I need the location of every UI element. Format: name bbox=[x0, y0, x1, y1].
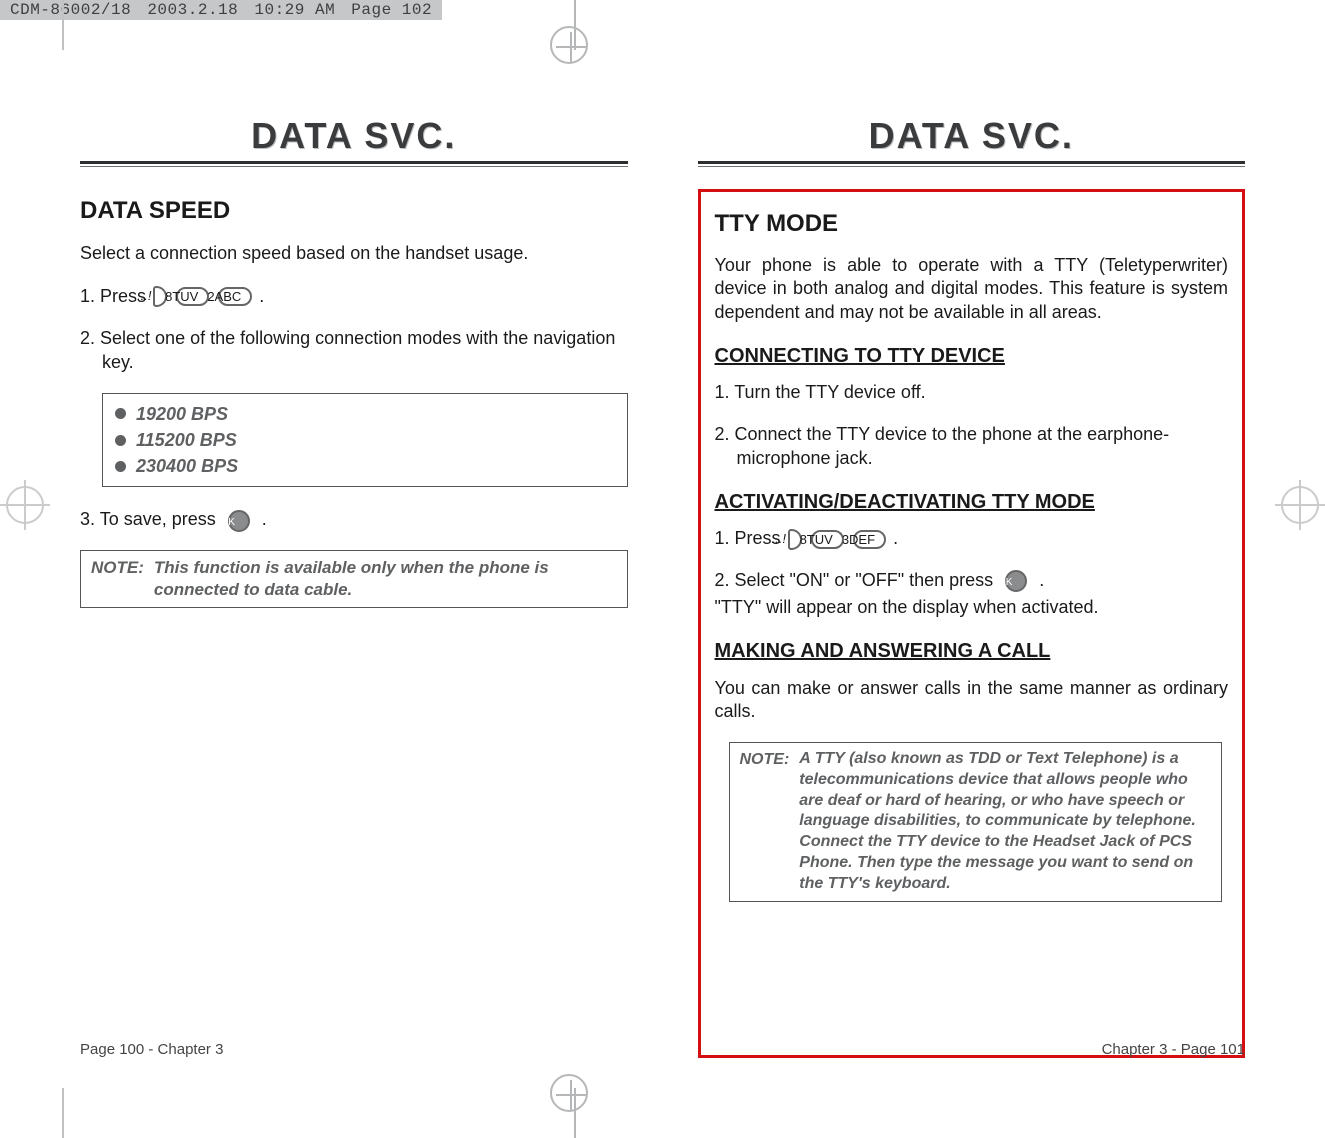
act-step1: 1. Press ...! 8TUV 3DEF . bbox=[715, 527, 1229, 551]
note-box-left: NOTE: This function is available only wh… bbox=[80, 550, 628, 608]
act-step1-suffix: . bbox=[893, 528, 898, 548]
note-label: NOTE: bbox=[730, 743, 800, 901]
section-title-right: DATA SVC. bbox=[698, 115, 1246, 157]
rule-thin bbox=[80, 166, 628, 167]
act-step2-line1: 2. Select "ON" or "OFF" then press OK . bbox=[715, 569, 1229, 593]
conn-step2: 2. Connect the TTY device to the phone a… bbox=[715, 423, 1229, 471]
step-select-mode: 2. Select one of the following connectio… bbox=[80, 326, 628, 375]
left-content: DATA SPEED Select a connection speed bas… bbox=[80, 189, 628, 622]
bullet-icon bbox=[115, 435, 126, 446]
key-3-icon: 3DEF bbox=[853, 530, 886, 549]
bullet-icon bbox=[115, 461, 126, 472]
heading-tty-mode: TTY MODE bbox=[715, 208, 1229, 240]
options-box: 19200 BPS 115200 BPS 230400 BPS bbox=[102, 393, 628, 488]
step-press-keys: 1. Press ...! 8TUV 2ABC . bbox=[80, 284, 628, 308]
option-label: 230400 BPS bbox=[136, 454, 238, 478]
meta-time: 10:29 AM bbox=[254, 1, 335, 19]
note-text: This function is available only when the… bbox=[154, 551, 627, 607]
heading-making-call: MAKING AND ANSWERING A CALL bbox=[715, 638, 1229, 664]
registration-mark-bottom bbox=[540, 1088, 620, 1138]
rule-thin bbox=[698, 166, 1246, 167]
page-footer-left: Page 100 - Chapter 3 bbox=[80, 1041, 628, 1058]
act-step2-line2: "TTY" will appear on the display when ac… bbox=[715, 596, 1229, 620]
ok-key-icon: OK bbox=[228, 510, 250, 532]
registration-mark-right bbox=[1275, 480, 1325, 530]
intro-text: Select a connection speed based on the h… bbox=[80, 241, 628, 265]
note-text: A TTY (also known as TDD or Text Telepho… bbox=[799, 743, 1221, 901]
left-page: DATA SVC. DATA SPEED Select a connection… bbox=[80, 115, 628, 1058]
rule bbox=[698, 161, 1246, 164]
meta-date: 2003.2.18 bbox=[147, 1, 238, 19]
heading-connecting: CONNECTING TO TTY DEVICE bbox=[715, 343, 1229, 369]
step3-prefix: 3. To save, press bbox=[80, 509, 216, 529]
document-scan: CDM-86002/18 2003.2.18 10:29 AM Page 102… bbox=[0, 0, 1325, 1138]
act-step2-suffix: . bbox=[1039, 570, 1044, 590]
rule bbox=[80, 161, 628, 164]
right-page: DATA SVC. TTY MODE Your phone is able to… bbox=[698, 115, 1246, 1058]
meta-file: CDM-86002/18 bbox=[10, 1, 131, 19]
note-box-right: NOTE: A TTY (also known as TDD or Text T… bbox=[729, 742, 1223, 902]
print-meta-strip: CDM-86002/18 2003.2.18 10:29 AM Page 102 bbox=[0, 0, 442, 20]
option-19200: 19200 BPS bbox=[115, 402, 615, 426]
page-footer-right: Chapter 3 - Page 101 bbox=[698, 1041, 1246, 1058]
act-step1-prefix: 1. Press bbox=[715, 528, 781, 548]
heading-data-speed: DATA SPEED bbox=[80, 195, 628, 227]
right-content: TTY MODE Your phone is able to operate w… bbox=[715, 208, 1229, 902]
option-label: 19200 BPS bbox=[136, 402, 228, 426]
highlighted-section: TTY MODE Your phone is able to operate w… bbox=[698, 189, 1246, 1058]
crop-mark-top bbox=[62, 0, 64, 50]
step-save: 3. To save, press OK . bbox=[80, 507, 628, 531]
section-title-left: DATA SVC. bbox=[80, 115, 628, 157]
option-label: 115200 BPS bbox=[136, 428, 237, 452]
note-label: NOTE: bbox=[81, 551, 154, 607]
meta-page-ref: Page 102 bbox=[351, 1, 432, 19]
ok-key-icon: OK bbox=[1005, 570, 1027, 592]
key-2-icon: 2ABC bbox=[218, 287, 252, 306]
option-115200: 115200 BPS bbox=[115, 428, 615, 452]
act-step2-prefix: 2. Select "ON" or "OFF" then press bbox=[715, 570, 994, 590]
option-230400: 230400 BPS bbox=[115, 454, 615, 478]
registration-mark-top bbox=[540, 0, 620, 50]
step3-suffix: . bbox=[262, 509, 267, 529]
tty-intro: Your phone is able to operate with a TTY… bbox=[715, 254, 1229, 325]
key-8-icon: 8TUV bbox=[811, 530, 844, 549]
page-spread: DATA SVC. DATA SPEED Select a connection… bbox=[80, 115, 1245, 1058]
conn-step1: 1. Turn the TTY device off. bbox=[715, 381, 1229, 405]
key-8-icon: 8TUV bbox=[176, 287, 209, 306]
heading-activating: ACTIVATING/DEACTIVATING TTY MODE bbox=[715, 489, 1229, 515]
bullet-icon bbox=[115, 408, 126, 419]
crop-mark-bottom bbox=[62, 1088, 64, 1138]
step1-suffix: . bbox=[259, 286, 264, 306]
registration-mark-left bbox=[0, 480, 50, 530]
making-call-text: You can make or answer calls in the same… bbox=[715, 677, 1229, 725]
